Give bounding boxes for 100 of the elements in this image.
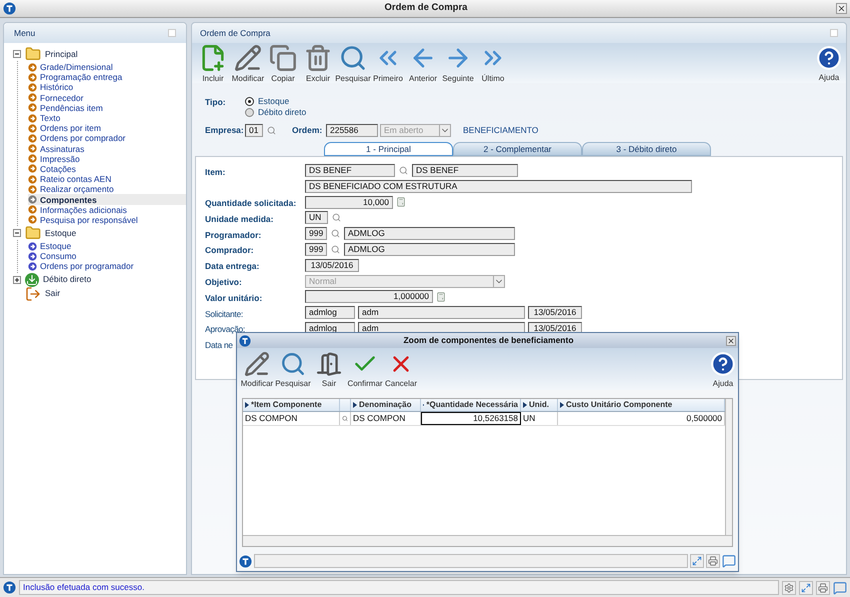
printer-icon[interactable]	[706, 554, 720, 568]
resize-icon[interactable]	[690, 554, 704, 568]
input-field[interactable]: 10,000	[305, 196, 393, 209]
toolbar-button[interactable]: Anterior	[406, 44, 440, 82]
vertical-scrollbar[interactable]	[725, 399, 732, 535]
tree-item[interactable]: Estoque	[28, 241, 186, 252]
column-header[interactable]: *Item Componente	[251, 399, 322, 411]
horizontal-scrollbar[interactable]	[243, 535, 732, 546]
help-button[interactable]: Ajuda	[816, 44, 842, 82]
input-field[interactable]: 01	[245, 124, 263, 137]
toolbar-button[interactable]: Copiar	[266, 44, 300, 82]
door-icon	[316, 350, 342, 376]
input-field[interactable]: 999	[305, 242, 327, 256]
chat-icon[interactable]	[722, 554, 736, 568]
toolbar-button[interactable]: Pesquisar	[336, 44, 370, 82]
tab[interactable]: 1 - Principal	[324, 142, 453, 156]
tree-item[interactable]: Impressão	[28, 154, 186, 164]
app-logo-icon	[239, 334, 251, 346]
radio-button[interactable]	[245, 96, 254, 106]
toolbar-button[interactable]: Excluir	[301, 44, 335, 82]
tree-item[interactable]: Débito direto	[43, 273, 92, 286]
column-header[interactable]: Custo Unitário Componente	[566, 399, 672, 411]
column-header[interactable]: Unid.	[529, 399, 549, 411]
toolbar-button[interactable]: Sair	[311, 350, 347, 388]
collapse-icon[interactable]	[13, 229, 21, 237]
tree-item[interactable]: Grade/Dimensional	[28, 62, 186, 72]
search-icon[interactable]	[331, 244, 340, 254]
column-header[interactable]: *Quantidade Necessária	[426, 399, 518, 411]
input-field[interactable]: admlog	[305, 306, 355, 320]
input-field[interactable]: 225586	[326, 124, 378, 137]
input-field[interactable]: adm	[358, 306, 525, 320]
calculator-icon[interactable]	[396, 197, 406, 208]
tree-item[interactable]: Principal	[45, 48, 78, 60]
arrow-bullet-icon	[28, 242, 37, 251]
tree-item[interactable]: Ordens por comprador	[28, 133, 186, 144]
app-logo-icon	[239, 554, 252, 568]
input-field[interactable]: DS BENEF	[412, 164, 518, 177]
toolbar-button[interactable]: Seguinte	[441, 44, 475, 82]
dialog-title: Zoom de componentes de beneficiamento	[402, 334, 575, 347]
tree-item[interactable]: Fornecedor	[28, 92, 186, 103]
input-field[interactable]: DS BENEF	[305, 164, 395, 177]
search-icon[interactable]	[399, 166, 408, 175]
toolbar-button[interactable]: Modificar	[231, 44, 265, 82]
toolbar-button[interactable]: Cancelar	[383, 350, 419, 388]
tab[interactable]: 3 - Débito direto	[582, 142, 711, 156]
close-icon[interactable]	[726, 336, 736, 346]
input-field[interactable]: ADMLOG	[344, 242, 515, 256]
tree-item[interactable]: Informações adicionais	[28, 204, 186, 215]
tree-item[interactable]: Realizar orçamento	[28, 184, 186, 194]
chat-icon[interactable]	[833, 580, 847, 594]
toolbar-button[interactable]: Último	[476, 44, 510, 82]
input-field[interactable]: 1,000000	[305, 290, 433, 304]
toolbar-button[interactable]: Incluir	[196, 44, 230, 82]
input-field[interactable]: UN	[305, 211, 328, 224]
column-header[interactable]: Denominação	[359, 399, 412, 411]
input-field[interactable]: 13/05/2016	[528, 306, 582, 320]
collapse-icon[interactable]	[13, 50, 21, 58]
input-field[interactable]: DS BENEFICIADO COM ESTRUTURA	[305, 180, 692, 193]
expand-icon[interactable]	[13, 276, 21, 284]
tree-item[interactable]: Cotações	[28, 164, 186, 174]
dropdown-icon	[493, 276, 504, 287]
table-cell: 0,500000	[686, 412, 722, 425]
calculator-icon[interactable]	[436, 292, 446, 302]
arrow-bullet-icon	[28, 184, 37, 194]
tree-item[interactable]: Consumo	[28, 251, 186, 262]
tree-item[interactable]: Pesquisa por responsável	[28, 214, 186, 225]
tree-item[interactable]: Histórico	[28, 82, 186, 93]
tree-item[interactable]: Texto	[28, 112, 186, 124]
copy-icon	[269, 44, 297, 72]
tree-item[interactable]: Ordens por programador	[28, 261, 186, 272]
search-icon[interactable]	[342, 414, 348, 423]
close-icon[interactable]	[836, 3, 847, 14]
search-icon[interactable]	[331, 229, 340, 238]
tree-item[interactable]: Pendências item	[28, 102, 186, 113]
input-field[interactable]: 999	[305, 227, 327, 240]
tree-item[interactable]: Componentes	[28, 194, 186, 205]
tab[interactable]: 2 - Complementar	[453, 142, 582, 156]
input-field[interactable]: 13/05/2016	[305, 258, 359, 272]
tree-item[interactable]: Assinaturas	[28, 144, 186, 154]
tree-item[interactable]: Rateio contas AEN	[28, 174, 186, 184]
radio-button[interactable]	[245, 108, 254, 116]
toolbar-button[interactable]: Primeiro	[371, 44, 405, 82]
resize-icon[interactable]	[799, 580, 813, 594]
search-icon[interactable]	[267, 126, 276, 135]
field-label: Ordem:	[292, 124, 324, 137]
field-label: Item:	[205, 166, 226, 176]
search-icon[interactable]	[332, 213, 341, 222]
toolbar-button[interactable]: Confirmar	[347, 350, 383, 388]
door-exit-icon	[25, 286, 41, 302]
tree-item[interactable]: Ordens por item	[28, 123, 186, 134]
tree-item[interactable]: Sair	[45, 287, 60, 300]
tree-item[interactable]: Programação entrega	[28, 72, 186, 82]
input-field[interactable]: ADMLOG	[344, 227, 515, 240]
download-icon	[25, 272, 39, 287]
tree-item[interactable]: Estoque	[45, 226, 76, 240]
help-button[interactable]: Ajuda	[710, 350, 736, 388]
toolbar-button[interactable]: Modificar	[239, 350, 275, 388]
printer-icon[interactable]	[816, 580, 830, 594]
toolbar-button[interactable]: Pesquisar	[275, 350, 311, 388]
settings-icon[interactable]	[782, 580, 796, 594]
